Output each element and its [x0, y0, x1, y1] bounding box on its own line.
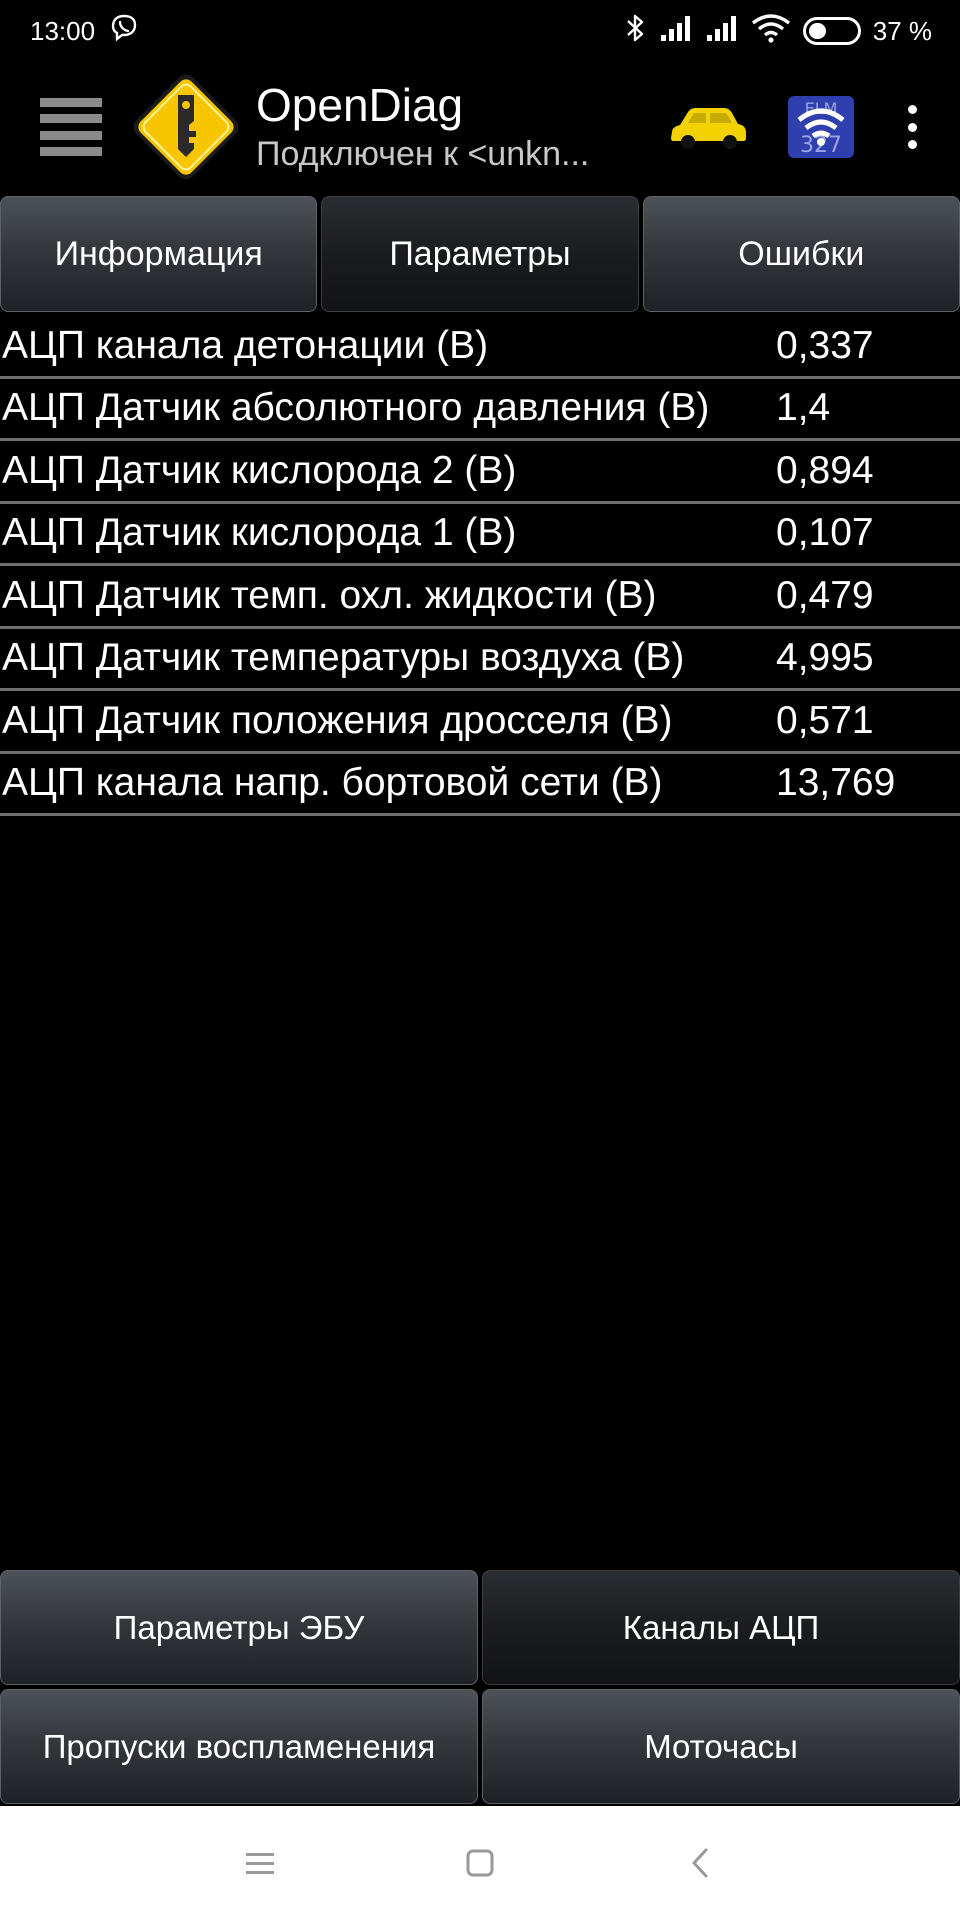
param-value: 0,571 — [776, 698, 874, 742]
table-row[interactable]: АЦП Датчик кислорода 2 (В) 0,894 — [0, 441, 960, 504]
table-row[interactable]: АЦП канала напр. бортовой сети (В) 13,76… — [0, 754, 960, 816]
table-row[interactable]: АЦП Датчик положения дросселя (В) 0,571 — [0, 691, 960, 754]
menu-icon[interactable] — [36, 92, 106, 162]
nav-home-icon[interactable] — [450, 1833, 510, 1893]
table-row[interactable]: АЦП канала детонации (В) 0,337 — [0, 316, 960, 379]
param-value: 0,479 — [776, 573, 874, 617]
car-icon[interactable] — [666, 102, 750, 152]
ecu-params-button[interactable]: Параметры ЭБУ — [0, 1570, 478, 1685]
app-title: OpenDiag — [256, 79, 464, 131]
param-name: АЦП канала детонации (В) — [2, 323, 489, 367]
nav-back-icon[interactable] — [670, 1833, 730, 1893]
param-name: АЦП Датчик кислорода 2 (В) — [2, 448, 517, 492]
table-row[interactable]: АЦП Датчик абсолютного давления (В) 1,4 — [0, 379, 960, 441]
table-row[interactable]: АЦП Датчик темп. охл. жидкости (В) 0,479 — [0, 566, 960, 629]
table-row[interactable]: АЦП Датчик кислорода 1 (В) 0,107 — [0, 504, 960, 566]
app-screen: 13:00 37 % OpenDiag Подключен к <unkn...… — [0, 0, 960, 1920]
table-row[interactable]: АЦП Датчик температуры воздуха (В) 4,995 — [0, 629, 960, 691]
param-value: 13,769 — [776, 761, 896, 805]
bluetooth-icon — [625, 13, 647, 50]
battery-percent: 37 % — [872, 15, 932, 46]
elm327-wifi-icon[interactable]: ELM 327 — [786, 94, 856, 160]
param-value: 1,4 — [776, 386, 831, 430]
tab-params[interactable]: Параметры — [321, 196, 639, 312]
param-value: 0,107 — [776, 511, 874, 555]
status-bar: 13:00 37 % — [0, 0, 960, 62]
top-tabs: Информация Параметры Ошибки — [0, 196, 960, 312]
misfire-button[interactable]: Пропуски воспламенения — [0, 1689, 478, 1804]
connection-status: Подключен к <unkn... — [256, 135, 590, 173]
nav-menu-icon[interactable] — [230, 1833, 290, 1893]
param-name: АЦП Датчик темп. охл. жидкости (В) — [2, 573, 657, 617]
engine-hours-button[interactable]: Моточасы — [482, 1689, 960, 1804]
param-name: АЦП канала напр. бортовой сети (В) — [2, 761, 663, 805]
viber-icon — [109, 13, 139, 50]
param-name: АЦП Датчик температуры воздуха (В) — [2, 636, 685, 680]
status-left: 13:00 — [30, 13, 139, 50]
battery-icon — [802, 17, 861, 45]
parameter-list: АЦП канала детонации (В) 0,337 АЦП Датчи… — [0, 316, 960, 816]
system-nav-bar — [0, 1806, 960, 1920]
app-titles: OpenDiag Подключен к <unkn... — [256, 78, 626, 176]
status-right: 37 % — [625, 13, 932, 50]
bottom-buttons: Параметры ЭБУ Каналы АЦП Пропуски воспла… — [0, 1570, 960, 1804]
overflow-menu-icon[interactable] — [892, 97, 932, 157]
param-name: АЦП Датчик кислорода 1 (В) — [2, 511, 517, 555]
param-value: 4,995 — [776, 636, 874, 680]
param-value: 0,337 — [776, 323, 874, 367]
signal-2-icon — [705, 13, 739, 50]
param-value: 0,894 — [776, 448, 874, 492]
wifi-icon — [751, 13, 791, 50]
param-name: АЦП Датчик абсолютного давления (В) — [2, 386, 710, 430]
app-logo-key-icon — [124, 65, 248, 189]
param-name: АЦП Датчик положения дросселя (В) — [2, 698, 673, 742]
tab-info[interactable]: Информация — [0, 196, 318, 312]
adc-channels-button[interactable]: Каналы АЦП — [482, 1570, 960, 1685]
battery-fill — [808, 23, 826, 39]
status-time: 13:00 — [30, 15, 96, 46]
app-bar: OpenDiag Подключен к <unkn... ELM 327 — [0, 62, 960, 192]
tab-errors[interactable]: Ошибки — [642, 196, 960, 312]
signal-1-icon — [659, 13, 693, 50]
